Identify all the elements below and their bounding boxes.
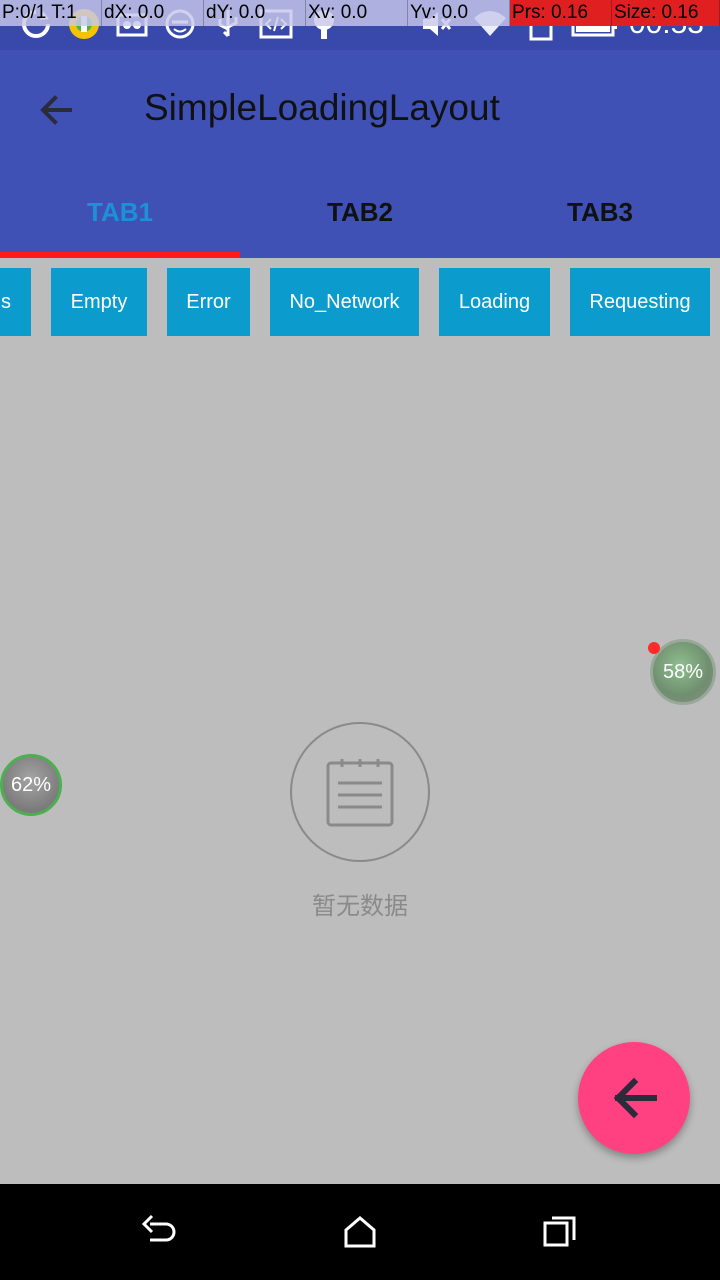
loading-button[interactable]: Loading [439, 268, 550, 336]
overlay-pointer: P:0/1 T:1 [0, 0, 102, 26]
error-button[interactable]: Error [167, 268, 250, 336]
tab-indicator [0, 252, 240, 258]
tab-1[interactable]: TAB1 [0, 166, 240, 258]
overlay-yv: Yv: 0.0 [408, 0, 510, 26]
tab-3[interactable]: TAB3 [480, 166, 720, 258]
notepad-icon [326, 759, 394, 827]
navigation-bar [0, 1184, 720, 1280]
arrow-back-icon [40, 95, 72, 125]
overlay-dy: dY: 0.0 [204, 0, 306, 26]
requesting-button[interactable]: Requesting [570, 268, 710, 336]
state-button-strip[interactable]: s Empty Error No_Network Loading Request… [0, 268, 720, 336]
app-bar: SimpleLoadingLayout [0, 50, 720, 166]
pointer-location-overlay: P:0/1 T:1 dX: 0.0 dY: 0.0 Xv: 0.0 Yv: 0.… [0, 0, 720, 26]
nav-back-button[interactable] [130, 1204, 190, 1260]
page-title: SimpleLoadingLayout [144, 87, 500, 128]
back-icon [141, 1214, 176, 1242]
overlay-xv: Xv: 0.0 [306, 0, 408, 26]
overlay-size: Size: 0.16 [612, 0, 720, 26]
arrow-back-icon [613, 1077, 657, 1119]
no-network-button[interactable]: No_Network [270, 268, 419, 336]
empty-button[interactable]: Empty [51, 268, 147, 336]
overlay-dx: dX: 0.0 [102, 0, 204, 26]
empty-state-icon-container [290, 722, 430, 862]
overlay-prs: Prs: 0.16 [510, 0, 612, 26]
notification-dot [648, 642, 660, 654]
content-button[interactable]: s [0, 268, 31, 336]
floating-memory-widget-left[interactable]: 62% [0, 754, 62, 816]
nav-home-button[interactable] [330, 1204, 390, 1260]
tab-bar: TAB1 TAB2 TAB3 [0, 166, 720, 258]
nav-recents-button[interactable] [530, 1204, 590, 1260]
empty-state-text: 暂无数据 [312, 892, 408, 920]
tab-2[interactable]: TAB2 [240, 166, 480, 258]
recents-icon [543, 1216, 576, 1247]
home-icon [344, 1216, 376, 1248]
status-bar: 00:53 P:0/1 T:1 dX: 0.0 dY: 0.0 Xv: 0.0 … [0, 0, 720, 50]
back-fab[interactable] [578, 1042, 690, 1154]
back-button[interactable] [20, 74, 92, 146]
